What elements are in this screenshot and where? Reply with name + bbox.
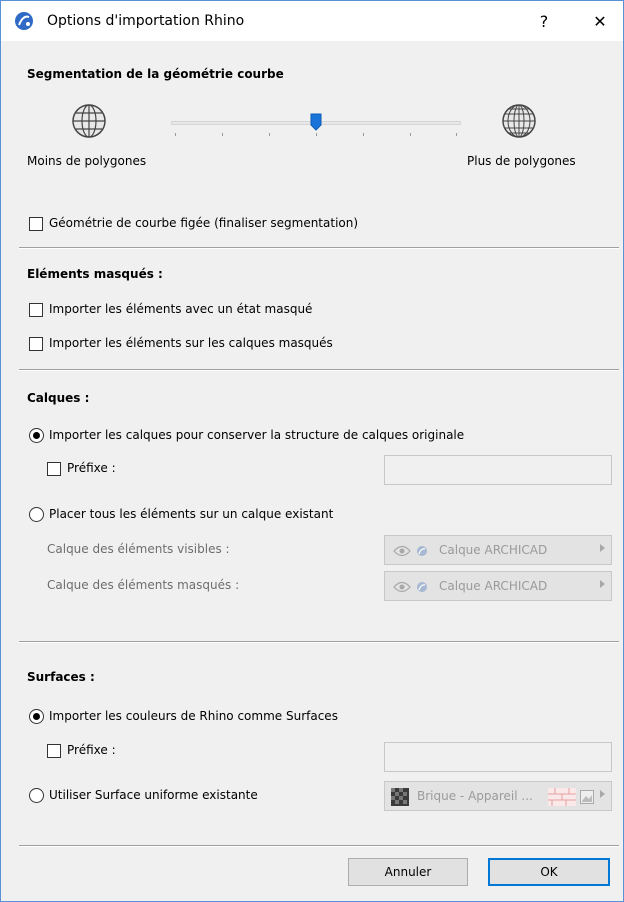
surface-swatch-icon <box>391 788 409 806</box>
hidden-layer-value: Calque ARCHICAD <box>439 579 548 593</box>
visible-layer-value: Calque ARCHICAD <box>439 543 548 557</box>
help-icon: ? <box>539 11 549 31</box>
slider-tick <box>222 133 223 136</box>
image-icon <box>580 790 594 804</box>
surfaces-prefix-input[interactable] <box>384 742 612 772</box>
divider <box>19 369 619 371</box>
slider-tick <box>316 133 317 136</box>
surface-dropdown[interactable]: Brique - Appareil ... <box>384 781 612 811</box>
ok-button[interactable]: OK <box>488 858 610 886</box>
fewer-polygons-label: Moins de polygones <box>27 154 147 168</box>
segmentation-slider[interactable] <box>171 113 461 141</box>
globe-fine-icon <box>502 104 536 138</box>
keep-layers-label: Importer les calques pour conserver la s… <box>49 428 465 442</box>
uniform-surface-label: Utiliser Surface uniforme existante <box>49 788 258 802</box>
visible-layer-label: Calque des éléments visibles : <box>47 542 230 556</box>
layer-icon <box>417 546 427 556</box>
slider-tick <box>410 133 411 136</box>
import-hidden-state-checkbox[interactable] <box>29 303 43 317</box>
rhino-colors-label: Importer les couleurs de Rhino comme Sur… <box>49 709 338 723</box>
archicad-app-icon <box>15 12 33 30</box>
layers-prefix-checkbox[interactable] <box>47 462 61 476</box>
layer-icon <box>417 582 427 592</box>
slider-tick <box>363 133 364 136</box>
cancel-button-label: Annuler <box>384 865 432 879</box>
slider-thumb[interactable] <box>310 113 322 131</box>
import-hidden-layers-label: Importer les éléments sur les calques ma… <box>49 336 333 350</box>
help-button[interactable]: ? <box>521 1 567 41</box>
surface-value: Brique - Appareil ... <box>417 789 533 803</box>
divider <box>19 845 619 847</box>
place-layers-radio[interactable] <box>29 507 44 522</box>
chevron-right-icon <box>600 790 605 798</box>
import-hidden-state-label: Importer les éléments avec un état masqu… <box>49 302 313 316</box>
surfaces-prefix-label: Préfixe : <box>67 743 116 757</box>
slider-tick <box>175 133 176 136</box>
layers-heading: Calques : <box>27 391 90 405</box>
window-title: Options d'importation Rhino <box>47 13 245 29</box>
hidden-layer-label: Calque des éléments masqués : <box>47 578 240 592</box>
dialog-window: Options d'importation Rhino ? ✕ Segmenta… <box>0 0 624 902</box>
eye-icon <box>393 581 411 593</box>
hidden-elements-heading: Eléments masqués : <box>27 267 163 281</box>
slider-tick <box>456 133 457 136</box>
uniform-surface-radio[interactable] <box>29 788 44 803</box>
slider-tick <box>269 133 270 136</box>
frozen-geometry-checkbox[interactable] <box>29 217 43 231</box>
chevron-right-icon <box>600 580 605 588</box>
segmentation-heading: Segmentation de la géométrie courbe <box>27 67 284 81</box>
surfaces-prefix-checkbox[interactable] <box>47 744 61 758</box>
rhino-colors-radio[interactable] <box>29 709 44 724</box>
keep-layers-radio[interactable] <box>29 428 44 443</box>
divider <box>19 247 619 249</box>
eye-icon <box>393 545 411 557</box>
cancel-button[interactable]: Annuler <box>348 858 468 886</box>
chevron-right-icon <box>600 544 605 552</box>
title-bar[interactable]: Options d'importation Rhino ? ✕ <box>1 1 623 41</box>
import-hidden-layers-checkbox[interactable] <box>29 337 43 351</box>
ok-button-label: OK <box>540 865 558 879</box>
close-button[interactable]: ✕ <box>577 1 623 41</box>
brick-pattern-icon <box>548 788 576 806</box>
close-icon: ✕ <box>593 11 607 31</box>
surfaces-heading: Surfaces : <box>27 670 95 684</box>
layers-prefix-input[interactable] <box>384 455 612 485</box>
more-polygons-label: Plus de polygones <box>467 154 576 168</box>
hidden-layer-dropdown[interactable]: Calque ARCHICAD <box>384 571 612 601</box>
frozen-geometry-label: Géométrie de courbe figée (finaliser seg… <box>49 216 359 230</box>
divider <box>19 641 619 643</box>
layers-prefix-label: Préfixe : <box>67 461 116 475</box>
place-layers-label: Placer tous les éléments sur un calque e… <box>49 507 334 521</box>
globe-coarse-icon <box>72 104 106 138</box>
visible-layer-dropdown[interactable]: Calque ARCHICAD <box>384 535 612 565</box>
